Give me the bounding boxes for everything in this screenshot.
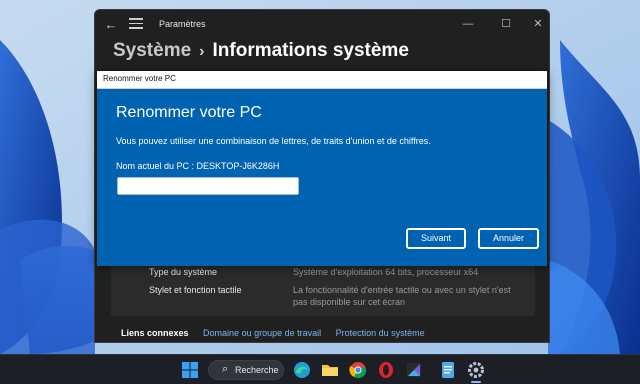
app-icon[interactable] xyxy=(404,360,424,380)
system-info-card: Type du système Système d'exploitation 6… xyxy=(111,258,535,316)
minimize-button[interactable]: — xyxy=(455,14,481,34)
breadcrumb: Système › Informations système xyxy=(113,40,409,62)
edge-icon[interactable] xyxy=(292,360,312,380)
dialog-heading: Renommer votre PC xyxy=(116,104,262,121)
taskbar-search[interactable]: ⌕ Recherche xyxy=(208,360,284,380)
chevron-right-icon: › xyxy=(199,43,205,60)
info-label: Stylet et fonction tactile xyxy=(149,285,242,295)
related-links-title: Liens connexes xyxy=(121,328,189,338)
dialog-description: Vous pouvez utiliser une combinaison de … xyxy=(116,136,431,146)
related-links: Liens connexes Domaine ou groupe de trav… xyxy=(121,328,437,338)
search-icon: ⌕ xyxy=(222,363,229,375)
file-explorer-icon[interactable] xyxy=(320,360,340,380)
window-title: Paramètres xyxy=(159,19,206,29)
breadcrumb-parent[interactable]: Système xyxy=(113,40,191,61)
link-domain-workgroup[interactable]: Domaine ou groupe de travail xyxy=(203,328,321,338)
info-label: Type du système xyxy=(149,267,218,277)
link-system-protection[interactable]: Protection du système xyxy=(336,328,425,338)
active-app-indicator xyxy=(471,381,481,383)
cancel-button[interactable]: Annuler xyxy=(478,228,539,249)
search-label: Recherche xyxy=(235,365,279,375)
maximize-button[interactable]: ☐ xyxy=(493,14,519,34)
notepad-icon[interactable] xyxy=(438,360,458,380)
window-titlebar: ← Paramètres — ☐ ✕ xyxy=(95,10,549,40)
close-button[interactable]: ✕ xyxy=(525,14,549,34)
chrome-icon[interactable] xyxy=(348,360,368,380)
new-pc-name-input[interactable] xyxy=(117,177,299,195)
dialog-window-title: Renommer votre PC xyxy=(103,74,176,83)
start-icon[interactable] xyxy=(180,360,200,380)
dialog-titlebar: Renommer votre PC xyxy=(97,71,547,89)
settings-icon[interactable] xyxy=(466,360,486,380)
taskbar: ⌕ Recherche xyxy=(0,354,640,384)
page-title: Informations système xyxy=(212,40,409,61)
info-value: Système d'exploitation 64 bits, processe… xyxy=(293,267,479,277)
back-arrow-icon[interactable]: ← xyxy=(103,17,119,33)
next-button[interactable]: Suivant xyxy=(406,228,466,249)
rename-pc-dialog: Renommer votre PC Renommer votre PC Vous… xyxy=(97,71,547,266)
info-value: La fonctionnalité d'entrée tactile ou av… xyxy=(293,285,511,307)
opera-icon[interactable] xyxy=(376,360,396,380)
hamburger-menu-icon[interactable] xyxy=(129,18,143,32)
current-pc-name: Nom actuel du PC : DESKTOP-J6K286H xyxy=(116,161,280,171)
